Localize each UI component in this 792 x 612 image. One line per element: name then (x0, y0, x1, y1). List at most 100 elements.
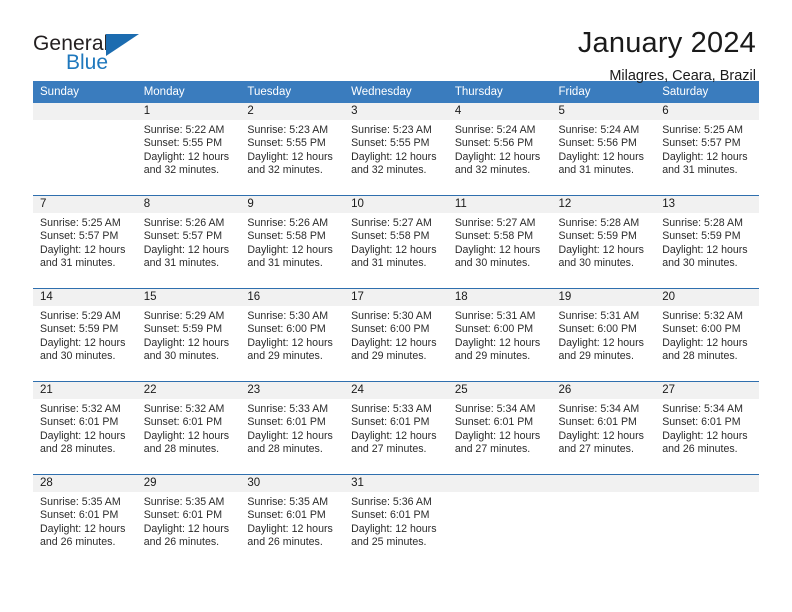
day-detail-line: Sunset: 6:01 PM (454, 416, 534, 429)
day-detail-line: Sunset: 6:01 PM (558, 416, 637, 429)
day-details (552, 492, 656, 496)
calendar-day-cell[interactable]: 21 Sunrise: 5:32 AM Sunset: 6:01 PM Dayligh… (33, 381, 137, 475)
calendar-day-cell[interactable]: 7 Sunrise: 5:25 AM Sunset: 5:57 PM Daylight… (33, 195, 137, 289)
calendar-day-cell[interactable]: 28 Sunrise: 5:35 AM Sunset: 6:01 PM Dayligh… (33, 474, 137, 567)
day-details (448, 492, 552, 496)
calendar-day-cell[interactable]: 19 Sunrise: 5:31 AM Sunset: 6:00 PM Dayligh… (551, 288, 656, 382)
day-number: 13 (655, 196, 759, 213)
calendar-day-cell[interactable]: 18 Sunrise: 5:31 AM Sunset: 6:00 PM Dayligh… (447, 288, 552, 382)
day-detail-line: Daylight: 12 hours (40, 522, 126, 535)
calendar-day-cell[interactable]: 8 Sunrise: 5:26 AM Sunset: 5:57 PM Daylight… (136, 195, 241, 289)
day-cell-inner: 10 Sunrise: 5:27 AM Sunset: 5:58 PM Dayligh… (344, 196, 448, 288)
day-number: 21 (33, 382, 137, 399)
day-detail-line: and 29 minutes. (247, 349, 323, 362)
day-detail-line: and 31 minutes. (40, 256, 116, 269)
calendar-day-cell[interactable]: 26 Sunrise: 5:34 AM Sunset: 6:01 PM Dayligh… (551, 381, 656, 475)
day-detail-line: Sunrise: 5:27 AM (351, 217, 432, 229)
calendar-day-cell[interactable]: 3 Sunrise: 5:23 AM Sunset: 5:55 PM Daylight… (344, 103, 448, 196)
day-detail-line: Daylight: 12 hours (247, 150, 333, 163)
day-detail-line: and 32 minutes. (351, 163, 427, 176)
day-detail-line: Sunset: 6:01 PM (247, 509, 326, 522)
day-cell-inner: 21 Sunrise: 5:32 AM Sunset: 6:01 PM Dayligh… (33, 382, 137, 474)
day-detail-line: Sunset: 6:00 PM (662, 323, 741, 336)
calendar-day-cell[interactable]: 13 Sunrise: 5:28 AM Sunset: 5:59 PM Dayligh… (655, 195, 759, 289)
calendar-day-cell[interactable]: 22 Sunrise: 5:32 AM Sunset: 6:01 PM Dayligh… (136, 381, 241, 475)
calendar-day-cell[interactable]: 15 Sunrise: 5:29 AM Sunset: 5:59 PM Dayligh… (136, 288, 241, 382)
day-detail-line: and 30 minutes. (454, 256, 531, 269)
day-cell-inner: 23 Sunrise: 5:33 AM Sunset: 6:01 PM Dayligh… (240, 382, 345, 474)
day-number: 14 (33, 289, 137, 306)
day-cell-inner: 19 Sunrise: 5:31 AM Sunset: 6:00 PM Dayligh… (551, 289, 656, 381)
day-number: 7 (33, 196, 137, 213)
day-number: 1 (136, 103, 241, 120)
day-number: 18 (447, 289, 552, 306)
day-detail-line: Sunrise: 5:28 AM (662, 217, 743, 229)
day-details: Sunrise: 5:36 AM Sunset: 6:01 PM Daylight:… (344, 492, 448, 549)
day-detail-line: Daylight: 12 hours (454, 429, 541, 442)
calendar-empty-cell (551, 474, 656, 567)
day-details: Sunrise: 5:26 AM Sunset: 5:57 PM Daylight:… (137, 213, 241, 270)
day-detail-line: and 28 minutes. (662, 349, 738, 362)
day-detail-line: and 31 minutes. (558, 163, 634, 176)
day-details: Sunrise: 5:26 AM Sunset: 5:58 PM Daylight:… (240, 213, 344, 270)
day-details: Sunrise: 5:27 AM Sunset: 5:58 PM Daylight:… (344, 213, 448, 270)
day-details: Sunrise: 5:34 AM Sunset: 6:01 PM Daylight:… (655, 399, 759, 456)
day-detail-line: and 29 minutes. (351, 349, 427, 362)
calendar-day-cell[interactable]: 25 Sunrise: 5:34 AM Sunset: 6:01 PM Dayligh… (447, 381, 552, 475)
weekday-header-sunday: Sunday (33, 81, 137, 103)
day-detail-line: Sunrise: 5:23 AM (351, 124, 432, 136)
day-detail-line: and 29 minutes. (454, 349, 531, 362)
calendar-day-cell[interactable]: 27 Sunrise: 5:34 AM Sunset: 6:01 PM Dayligh… (655, 381, 759, 475)
calendar-day-cell[interactable]: 14 Sunrise: 5:29 AM Sunset: 5:59 PM Dayligh… (33, 288, 137, 382)
day-details: Sunrise: 5:29 AM Sunset: 5:59 PM Daylight:… (33, 306, 137, 363)
day-details: Sunrise: 5:24 AM Sunset: 5:56 PM Daylight:… (552, 120, 656, 177)
day-number (655, 475, 759, 492)
day-cell-inner: 5 Sunrise: 5:24 AM Sunset: 5:56 PM Daylight… (551, 103, 656, 195)
calendar-day-cell[interactable]: 5 Sunrise: 5:24 AM Sunset: 5:56 PM Daylight… (551, 103, 656, 196)
calendar-day-cell[interactable]: 6 Sunrise: 5:25 AM Sunset: 5:57 PM Daylight… (655, 103, 759, 196)
day-number: 2 (240, 103, 345, 120)
day-detail-line: Sunset: 5:59 PM (40, 323, 119, 336)
calendar-day-cell[interactable]: 24 Sunrise: 5:33 AM Sunset: 6:01 PM Dayligh… (344, 381, 448, 475)
calendar-day-cell[interactable]: 9 Sunrise: 5:26 AM Sunset: 5:58 PM Daylight… (240, 195, 345, 289)
calendar-day-cell[interactable]: 11 Sunrise: 5:27 AM Sunset: 5:58 PM Dayligh… (447, 195, 552, 289)
day-detail-line: Daylight: 12 hours (558, 336, 644, 349)
day-detail-line: Daylight: 12 hours (40, 429, 126, 442)
calendar-day-cell[interactable]: 23 Sunrise: 5:33 AM Sunset: 6:01 PM Dayligh… (240, 381, 345, 475)
calendar-day-cell[interactable]: 20 Sunrise: 5:32 AM Sunset: 6:00 PM Dayligh… (655, 288, 759, 382)
day-detail-line: and 32 minutes. (143, 163, 220, 176)
day-detail-line: Sunset: 5:57 PM (40, 230, 119, 243)
calendar-day-cell[interactable]: 30 Sunrise: 5:35 AM Sunset: 6:01 PM Dayligh… (240, 474, 345, 567)
day-detail-line: Sunrise: 5:35 AM (40, 496, 121, 508)
day-detail-line: and 28 minutes. (143, 442, 220, 455)
day-details: Sunrise: 5:35 AM Sunset: 6:01 PM Daylight:… (137, 492, 241, 549)
calendar-day-cell[interactable]: 4 Sunrise: 5:24 AM Sunset: 5:56 PM Daylight… (447, 103, 552, 196)
day-detail-line: Sunrise: 5:32 AM (662, 310, 743, 322)
calendar-day-cell[interactable]: 16 Sunrise: 5:30 AM Sunset: 6:00 PM Dayligh… (240, 288, 345, 382)
calendar-day-cell[interactable]: 12 Sunrise: 5:28 AM Sunset: 5:59 PM Dayligh… (551, 195, 656, 289)
day-detail-line: Sunrise: 5:33 AM (247, 403, 329, 415)
day-detail-line: Sunset: 6:00 PM (558, 323, 637, 336)
day-detail-line: Daylight: 12 hours (351, 150, 437, 163)
day-detail-line: Sunset: 5:59 PM (143, 323, 223, 336)
calendar-day-cell[interactable]: 2 Sunrise: 5:23 AM Sunset: 5:55 PM Daylight… (240, 103, 345, 196)
day-detail-line: Sunrise: 5:32 AM (143, 403, 225, 415)
calendar-day-cell[interactable]: 17 Sunrise: 5:30 AM Sunset: 6:00 PM Dayligh… (344, 288, 448, 382)
day-detail-line: Daylight: 12 hours (454, 336, 541, 349)
day-details: Sunrise: 5:31 AM Sunset: 6:00 PM Daylight:… (552, 306, 656, 363)
day-detail-line: Sunset: 6:00 PM (454, 323, 534, 336)
calendar-day-cell[interactable]: 1 Sunrise: 5:22 AM Sunset: 5:55 PM Daylight… (136, 103, 241, 196)
day-number: 19 (551, 289, 656, 306)
day-detail-line: Sunset: 6:01 PM (40, 416, 119, 429)
calendar-grid: Sunday Monday Tuesday Wednesday Thursday Frid… (33, 81, 759, 567)
day-detail-line: Sunset: 6:00 PM (247, 323, 326, 336)
calendar-day-cell[interactable]: 10 Sunrise: 5:27 AM Sunset: 5:58 PM Dayligh… (344, 195, 448, 289)
day-detail-line: Sunrise: 5:28 AM (558, 217, 640, 229)
day-detail-line: Sunrise: 5:22 AM (143, 124, 225, 136)
brand-logo: General Blue (33, 26, 213, 74)
day-detail-line: Daylight: 12 hours (247, 243, 333, 256)
day-details: Sunrise: 5:30 AM Sunset: 6:00 PM Daylight:… (344, 306, 448, 363)
day-cell-inner: 20 Sunrise: 5:32 AM Sunset: 6:00 PM Dayligh… (655, 289, 759, 381)
calendar-day-cell[interactable]: 31 Sunrise: 5:36 AM Sunset: 6:01 PM Dayligh… (344, 474, 448, 567)
calendar-day-cell[interactable]: 29 Sunrise: 5:35 AM Sunset: 6:01 PM Dayligh… (136, 474, 241, 567)
